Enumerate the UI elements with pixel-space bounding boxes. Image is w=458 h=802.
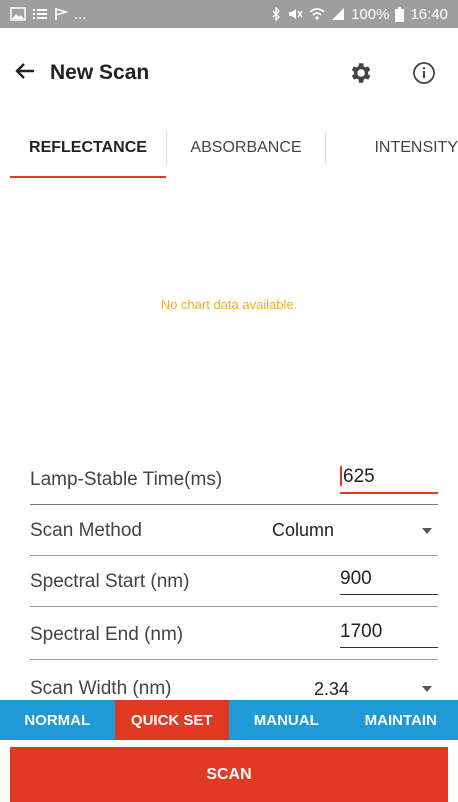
scan-config-form: Lamp-Stable Time(ms) 625 Scan Method Col… (0, 440, 458, 700)
tab-reflectance[interactable]: REFLECTANCE (10, 118, 166, 178)
app-bar: New Scan (0, 28, 458, 118)
scan-width-row: Scan Width (nm) 2.34 (30, 664, 438, 700)
bluetooth-icon (272, 7, 280, 21)
scan-width-value: 2.34 (314, 678, 350, 699)
mode-maintain[interactable]: MAINTAIN (344, 700, 458, 740)
spectral-end-label: Spectral End (nm) (30, 623, 184, 645)
scan-button[interactable]: SCAN (10, 747, 448, 802)
info-button[interactable] (404, 53, 444, 93)
lamp-stable-time-value: 625 (343, 465, 375, 487)
tab-absorbance[interactable]: ABSORBANCE (167, 118, 325, 178)
text-cursor (340, 466, 342, 487)
mode-bar: NORMAL QUICK SET MANUAL MAINTAIN (0, 700, 458, 740)
signal-icon (332, 8, 345, 20)
lamp-stable-time-row: Lamp-Stable Time(ms) 625 (30, 455, 438, 505)
mode-manual[interactable]: MANUAL (229, 700, 344, 740)
mute-icon (289, 9, 303, 19)
mode-normal[interactable]: NORMAL (0, 700, 115, 740)
chevron-down-icon (422, 686, 432, 692)
lamp-stable-time-label: Lamp-Stable Time(ms) (30, 468, 223, 490)
scan-width-label: Scan Width (nm) (30, 678, 172, 699)
info-icon (413, 62, 435, 84)
scan-width-dropdown[interactable]: 2.34 (272, 679, 438, 700)
gear-icon (351, 63, 371, 83)
settings-button[interactable] (340, 53, 380, 93)
scan-method-label: Scan Method (30, 519, 142, 541)
page-title: New Scan (50, 61, 150, 84)
spectral-start-value: 900 (340, 568, 438, 595)
wifi-icon (309, 8, 325, 20)
status-more-text: ... (74, 5, 87, 23)
flag-icon (55, 8, 68, 20)
chevron-down-icon (422, 527, 432, 534)
battery-percent: 100% (351, 5, 390, 23)
scan-method-value: Column (272, 520, 335, 540)
mode-quick-set[interactable]: QUICK SET (114, 700, 229, 740)
spectral-start-label: Spectral Start (nm) (30, 570, 190, 592)
scan-method-dropdown[interactable]: Column (272, 520, 438, 541)
lamp-stable-time-input[interactable]: 625 (340, 466, 438, 494)
tab-intensity[interactable]: INTENSITY (326, 118, 458, 178)
back-button[interactable] (14, 58, 46, 89)
list-icon (33, 9, 47, 19)
gallery-icon (10, 7, 26, 21)
status-bar: ... 100% 16:40 (0, 0, 458, 28)
chart-empty-message: No chart data available. (160, 296, 298, 312)
tab-bar: REFLECTANCE ABSORBANCE INTENSITY (0, 118, 458, 178)
chart-area: No chart data available. (0, 178, 458, 440)
arrow-back-icon (15, 62, 34, 79)
scan-method-row: Scan Method Column (30, 506, 438, 556)
spectral-end-row: Spectral End (nm) 1700 (30, 610, 438, 660)
spectral-end-value: 1700 (340, 621, 438, 648)
battery-icon (395, 6, 405, 22)
status-time: 16:40 (410, 5, 448, 23)
spectral-end-input[interactable]: 1700 (340, 621, 438, 648)
spectral-start-input[interactable]: 900 (340, 568, 438, 595)
spectral-start-row: Spectral Start (nm) 900 (30, 557, 438, 607)
